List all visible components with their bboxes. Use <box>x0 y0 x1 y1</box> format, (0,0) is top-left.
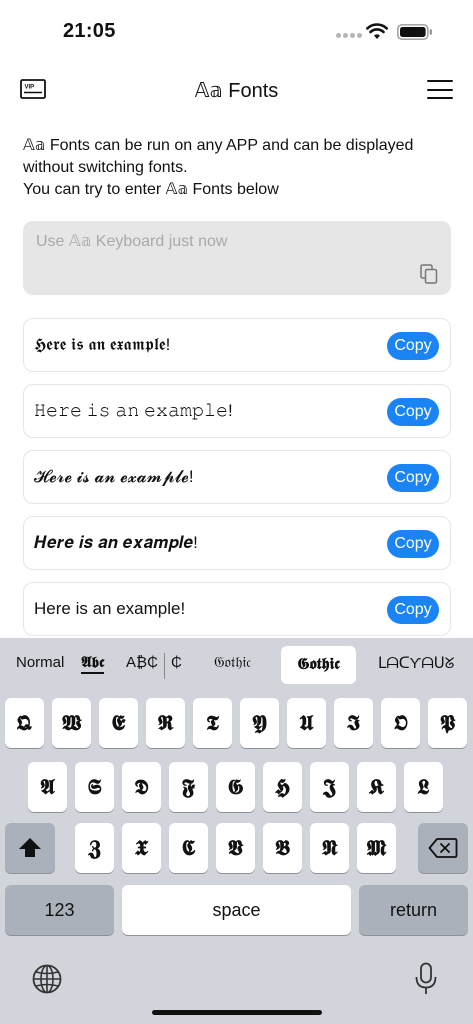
key[interactable]: 𝕻 <box>428 698 467 748</box>
key[interactable]: 𝕾 <box>75 762 114 812</box>
example-text: 𝑯𝒆𝒓𝒆 𝒊𝒔 𝒂𝒏 𝒆𝒙𝒂𝒎𝒑𝒍𝒆! <box>34 533 198 552</box>
copy-button[interactable]: Copy <box>387 596 439 624</box>
backspace-icon <box>428 838 458 858</box>
microphone-icon[interactable] <box>414 962 438 996</box>
style-tab-normal[interactable]: Normal <box>16 654 64 671</box>
space-key[interactable]: space <box>122 885 351 935</box>
key[interactable]: 𝕿 <box>193 698 232 748</box>
example-card-fraktur: 𝕳𝖊𝖗𝖊 𝖎𝖘 𝖆𝖓 𝖊𝖝𝖆𝖒𝖕𝖑𝖊! Copy <box>23 318 451 372</box>
return-key[interactable]: return <box>359 885 468 935</box>
key[interactable]: 𝕱 <box>169 762 208 812</box>
font-input-field[interactable]: Use 𝔸𝕒 Keyboard just now <box>23 221 451 295</box>
status-time: 21:05 <box>63 20 116 42</box>
key[interactable]: 𝕳 <box>263 762 302 812</box>
key[interactable]: 𝕭 <box>263 823 302 873</box>
key[interactable]: 𝕼 <box>5 698 44 748</box>
key[interactable]: 𝕮 <box>169 823 208 873</box>
copy-button[interactable]: Copy <box>387 332 439 360</box>
style-tab-gothic-bold[interactable]: 𝕲𝖔𝖙𝖍𝖎𝖈 <box>281 646 356 684</box>
example-text: Here is an example! <box>34 599 186 618</box>
font-style-bar: Normal 𝕬𝖇𝖈 A₿₵ ₵ 𝔊𝔬𝔱𝔥𝔦𝔠 𝕲𝖔𝖙𝖍𝖎𝖈 ᒪᗩᑕƳᗩᑌᘜ <box>0 638 473 692</box>
style-tab-legacy[interactable]: ᒪᗩᑕƳᗩᑌᘜ <box>378 654 454 672</box>
key[interactable]: 𝖂 <box>52 698 91 748</box>
status-bar: 21:05 <box>0 0 473 60</box>
menu-icon[interactable] <box>427 79 453 101</box>
example-card-script: 𝓗𝓮𝓻𝓮 𝓲𝓼 𝓪𝓷 𝓮𝔁𝓪𝓶𝓹𝓵𝓮! Copy <box>23 450 451 504</box>
copy-button[interactable]: Copy <box>387 464 439 492</box>
key[interactable]: 𝕹 <box>310 823 349 873</box>
copy-icon[interactable] <box>420 264 438 284</box>
key[interactable]: 𝕽 <box>146 698 185 748</box>
wifi-icon <box>366 23 388 39</box>
app-header: VIP 𝔸𝕒 Fonts <box>0 62 473 118</box>
example-card-monospace: 𝙷𝚎𝚛𝚎 𝚒𝚜 𝚊𝚗 𝚎𝚡𝚊𝚖𝚙𝚕𝚎! Copy <box>23 384 451 438</box>
numbers-key[interactable]: 123 <box>5 885 114 935</box>
key[interactable]: 𝖄 <box>240 698 279 748</box>
style-tab-fraktur-bold[interactable]: 𝕬𝖇𝖈 <box>81 654 105 674</box>
globe-icon[interactable] <box>31 963 63 995</box>
style-tab-currency-partial[interactable]: ₵ <box>171 654 182 671</box>
home-indicator <box>152 1010 322 1015</box>
key[interactable]: 𝖀 <box>287 698 326 748</box>
app-title: 𝔸𝕒 Fonts <box>194 80 279 102</box>
description: 𝔸𝕒 Fonts can be run on any APP and can b… <box>23 135 453 201</box>
example-text: 𝕳𝖊𝖗𝖊 𝖎𝖘 𝖆𝖓 𝖊𝖝𝖆𝖒𝖕𝖑𝖊! <box>34 335 171 354</box>
copy-button[interactable]: Copy <box>387 398 439 426</box>
key[interactable]: 𝕰 <box>99 698 138 748</box>
shift-icon <box>19 838 41 857</box>
key[interactable]: 𝕴 <box>334 698 373 748</box>
key[interactable]: 𝕺 <box>381 698 420 748</box>
key[interactable]: 𝕲 <box>216 762 255 812</box>
custom-keyboard: Normal 𝕬𝖇𝖈 A₿₵ ₵ 𝔊𝔬𝔱𝔥𝔦𝔠 𝕲𝖔𝖙𝖍𝖎𝖈 ᒪᗩᑕƳᗩᑌᘜ 𝕼… <box>0 638 473 1024</box>
input-placeholder: Use 𝔸𝕒 Keyboard just now <box>36 233 228 250</box>
example-card-normal: Here is an example! Copy <box>23 582 451 636</box>
description-line: You can try to enter 𝔸𝕒 Fonts below <box>23 181 279 198</box>
style-tab-gothic[interactable]: 𝔊𝔬𝔱𝔥𝔦𝔠 <box>214 654 251 671</box>
battery-icon <box>397 24 432 40</box>
style-tab-currency[interactable]: A₿₵ <box>126 654 158 671</box>
key[interactable]: 𝕶 <box>357 762 396 812</box>
example-text: 𝓗𝓮𝓻𝓮 𝓲𝓼 𝓪𝓷 𝓮𝔁𝓪𝓶𝓹𝓵𝓮! <box>34 467 194 486</box>
copy-button[interactable]: Copy <box>387 530 439 558</box>
key[interactable]: 𝕸 <box>357 823 396 873</box>
example-text: 𝙷𝚎𝚛𝚎 𝚒𝚜 𝚊𝚗 𝚎𝚡𝚊𝚖𝚙𝚕𝚎! <box>34 401 233 420</box>
key[interactable]: 𝖃 <box>122 823 161 873</box>
key[interactable]: 𝖁 <box>216 823 255 873</box>
example-card-bold-italic: 𝑯𝒆𝒓𝒆 𝒊𝒔 𝒂𝒏 𝒆𝒙𝒂𝒎𝒑𝒍𝒆! Copy <box>23 516 451 570</box>
key[interactable]: 𝖅 <box>75 823 114 873</box>
cellular-signal-icon <box>336 33 362 39</box>
key[interactable]: 𝕬 <box>28 762 67 812</box>
key[interactable]: 𝕵 <box>310 762 349 812</box>
style-divider <box>164 653 165 679</box>
key[interactable]: 𝕯 <box>122 762 161 812</box>
description-line: 𝔸𝕒 Fonts can be run on any APP and can b… <box>23 137 414 176</box>
shift-key[interactable] <box>5 823 55 873</box>
backspace-key[interactable] <box>418 823 468 873</box>
key[interactable]: 𝕷 <box>404 762 443 812</box>
